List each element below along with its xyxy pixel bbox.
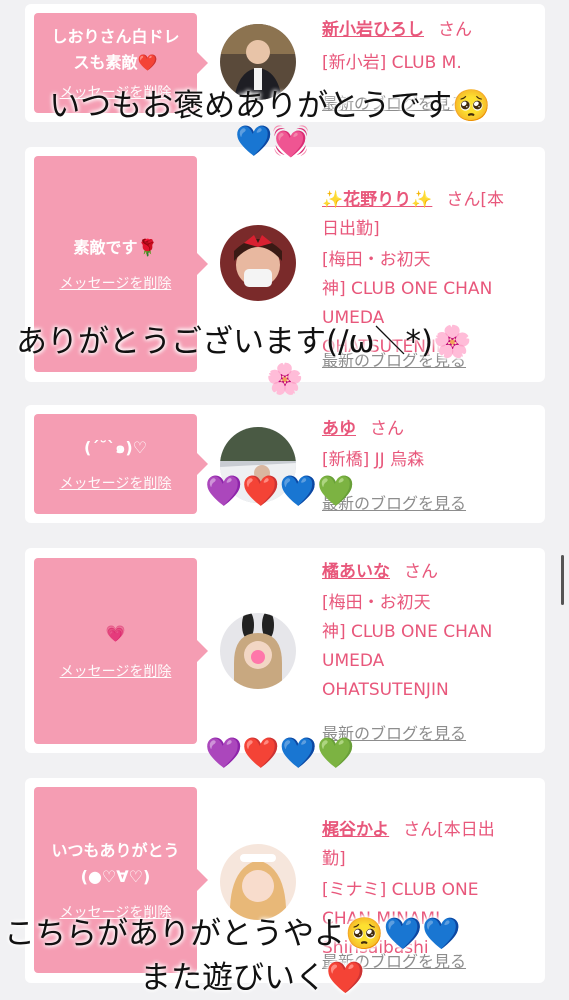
honorific: さん [404, 562, 438, 582]
message-text: (´˘`๑)♡ [83, 438, 148, 457]
sender-name[interactable]: ✨花野りり✨ [322, 190, 432, 210]
shop-name: [梅田・お初天 神] CLUB ONE CHAN UMEDA OHATSUTEN… [322, 593, 493, 700]
shop-name: [新小岩] CLUB M. [322, 53, 462, 73]
delete-message-link[interactable]: メッセージを削除 [60, 473, 172, 493]
avatar[interactable] [220, 225, 296, 301]
caption-text: また遊びいく❤️ [140, 960, 365, 996]
caption-text: いつもお褒めありがとうです🥺 [49, 88, 491, 124]
caption-emoji: 💜❤️💙💚 [205, 474, 355, 509]
message-card: 💗 メッセージを削除 橘あいな さん [梅田・お初天 神] CLUB ONE CH… [25, 548, 545, 753]
caption-emoji: 💙💓 [235, 124, 310, 159]
message-text: 💗 [105, 624, 126, 643]
message-text: しおりさん白ドレ スも素敵❤️ [51, 27, 180, 72]
delete-message-link[interactable]: メッセージを削除 [60, 273, 172, 293]
delete-message-link[interactable]: メッセージを削除 [60, 661, 172, 681]
sender-info: あゆ さん [新橋] JJ 烏森 [322, 415, 542, 475]
sender-name[interactable]: 梶谷かよ [322, 820, 389, 840]
sender-info: 橘あいな さん [梅田・お初天 神] CLUB ONE CHAN UMEDA OH… [322, 558, 542, 705]
sender-name[interactable]: 新小岩ひろし [322, 20, 424, 40]
honorific: さん [438, 20, 472, 40]
avatar[interactable] [220, 613, 296, 689]
message-text: いつもありがとう (●♡∀♡) [51, 841, 180, 886]
scrollbar[interactable] [561, 555, 564, 605]
honorific: さん [370, 419, 404, 439]
message-bubble: (´˘`๑)♡ メッセージを削除 [34, 414, 208, 514]
message-bubble: 💗 メッセージを削除 [34, 558, 208, 744]
caption-emoji: 💜❤️💙💚 [205, 736, 355, 771]
caption-text: ありがとうございます(/ω＼*)🌸 [16, 324, 472, 360]
caption-emoji: 🌸 [266, 362, 304, 397]
message-text: 素敵です🌹 [73, 238, 158, 257]
sender-name[interactable]: 橘あいな [322, 562, 390, 582]
sender-name[interactable]: あゆ [322, 419, 356, 439]
shop-name: [新橋] JJ 烏森 [322, 450, 425, 470]
sender-info: 新小岩ひろし さん [新小岩] CLUB M. [322, 16, 542, 78]
caption-text: こちらがありがとうやよ🥺💙💙 [4, 916, 461, 952]
